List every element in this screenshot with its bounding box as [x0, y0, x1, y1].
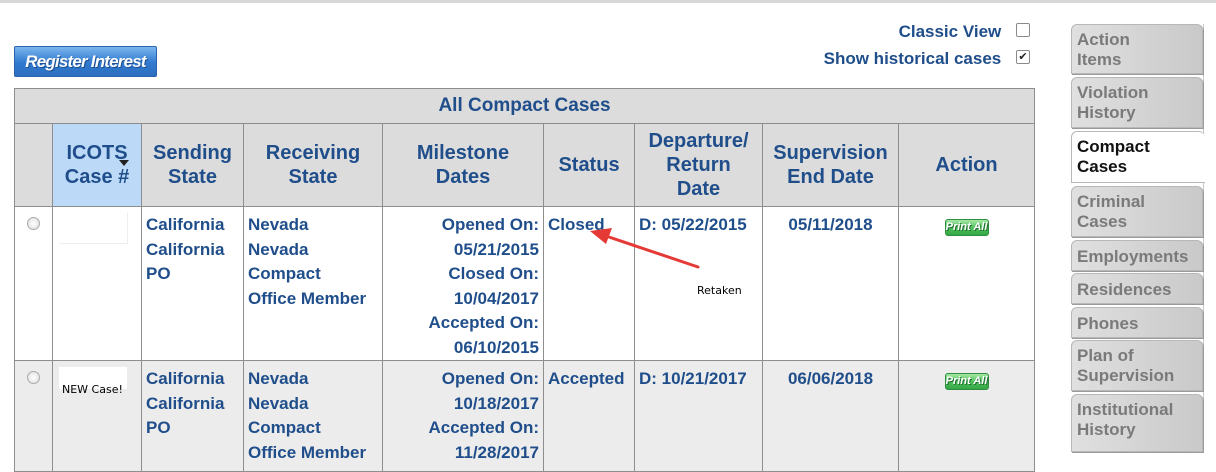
compact-cases-table: All Compact Cases ICOTS Case # Sending Sta… [14, 88, 1035, 472]
case-number-header[interactable]: ICOTS Case # [52, 123, 142, 207]
register-interest-button[interactable]: Register Interest [14, 46, 157, 77]
status-cell: Accepted [543, 360, 635, 472]
milestone-dates-cell: Opened On: 05/21/2015 Closed On: 10/04/2… [382, 206, 544, 361]
classic-view-option[interactable]: Classic View [899, 21, 1030, 42]
supervision-end-cell: 06/06/2018 [762, 360, 899, 472]
tab-action-items[interactable]: Action Items [1071, 24, 1203, 74]
tab-institutional-history[interactable]: Institutional History [1071, 394, 1203, 452]
table-title: All Compact Cases [14, 88, 1035, 124]
print-all-button[interactable]: Print All [944, 373, 989, 390]
show-historical-checkbox[interactable]: ✔ [1016, 49, 1030, 64]
supervision-end-header: Supervision End Date [762, 123, 899, 207]
classic-view-label: Classic View [898, 21, 1002, 41]
top-divider [0, 0, 1216, 3]
tab-panel-divider [1203, 24, 1204, 452]
status-header: Status [543, 123, 635, 207]
tab-violation-history[interactable]: Violation History [1071, 77, 1203, 128]
action-header: Action [898, 123, 1035, 207]
receiving-state-header: Receiving State [243, 123, 383, 207]
departure-date-header: Departure/Return Date [634, 123, 763, 207]
action-cell: Print All [898, 360, 1035, 472]
receiving-state-cell: Nevada Nevada Compact Office Member [243, 360, 383, 472]
case-number-cell: NEW Case! [52, 360, 142, 472]
status-cell: Closed [543, 206, 635, 361]
radio-icon[interactable] [27, 371, 40, 384]
table-row: NEW Case! California California PO Nevad… [14, 360, 1035, 472]
tab-compact-cases[interactable]: Compact Cases [1071, 131, 1205, 183]
row-select-cell [14, 206, 53, 361]
receiving-state-cell: Nevada Nevada Compact Office Member [243, 206, 383, 361]
case-number-cell [52, 206, 142, 361]
milestone-dates-header: Milestone Dates [382, 123, 544, 207]
departure-date-cell: D: 10/21/2017 [634, 360, 763, 472]
classic-view-checkbox[interactable] [1016, 22, 1030, 37]
tab-residences[interactable]: Residences [1071, 273, 1203, 304]
tab-phones[interactable]: Phones [1071, 307, 1203, 338]
show-historical-label: Show historical cases [823, 48, 1002, 68]
show-historical-option[interactable]: Show historical cases ✔ [824, 48, 1030, 69]
sending-state-cell: California California PO [141, 206, 244, 361]
retaken-annotation: Retaken [697, 284, 742, 297]
radio-icon[interactable] [27, 217, 40, 230]
row-select-cell [14, 360, 53, 472]
sending-state-cell: California California PO [141, 360, 244, 472]
print-all-button[interactable]: Print All [944, 219, 989, 236]
tab-employments[interactable]: Employments [1071, 240, 1203, 271]
case-number-redacted [59, 213, 128, 244]
tab-plan-of-supervision[interactable]: Plan of Supervision [1071, 340, 1203, 391]
sort-desc-icon [119, 160, 129, 166]
new-case-note: NEW Case! [62, 383, 123, 396]
sending-state-header: Sending State [141, 123, 244, 207]
table-row: California California PO Nevada Nevada C… [14, 206, 1035, 361]
supervision-end-cell: 05/11/2018 [762, 206, 899, 361]
tab-criminal-cases[interactable]: Criminal Cases [1071, 186, 1203, 237]
departure-date-cell: D: 05/22/2015 Retaken [634, 206, 763, 361]
action-cell: Print All [898, 206, 1035, 361]
milestone-dates-cell: Opened On: 10/18/2017 Accepted On: 11/28… [382, 360, 544, 472]
select-column-header [14, 123, 53, 207]
